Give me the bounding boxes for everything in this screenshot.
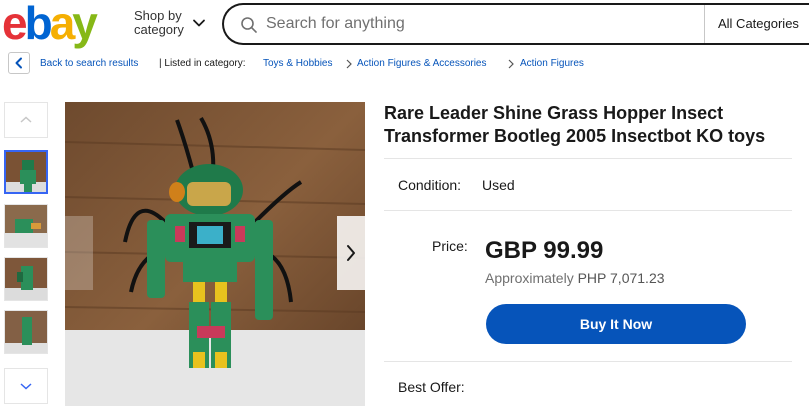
chevron-left-icon <box>15 57 22 69</box>
thumbnail-scroll-down-button[interactable] <box>4 368 48 404</box>
approx-prefix: Approximately <box>485 270 574 286</box>
logo-letter-y: y <box>72 0 98 49</box>
breadcrumb-item-action-figures[interactable]: Action Figures <box>520 58 584 69</box>
shop-by-category-button[interactable]: Shop by category <box>134 9 184 37</box>
divider <box>384 361 792 362</box>
condition-label: Condition: <box>398 177 462 193</box>
product-photo <box>65 102 365 406</box>
search-input[interactable] <box>266 11 686 37</box>
breadcrumb-item-action-figures-accessories[interactable]: Action Figures & Accessories <box>357 58 487 69</box>
thumbnail-2[interactable] <box>4 204 48 248</box>
listing-title: Rare Leader Shine Grass Hopper Insect Tr… <box>384 103 766 146</box>
chevron-down-icon <box>20 383 32 390</box>
image-next-button[interactable] <box>337 216 365 290</box>
logo-letter-e: e <box>2 0 28 49</box>
listed-in-label: | Listed in category: <box>159 58 246 69</box>
product-thumbnail-image <box>6 152 46 192</box>
price-label: Price: <box>432 238 468 254</box>
chevron-up-icon <box>20 116 32 123</box>
thumbnail-4[interactable] <box>4 310 48 354</box>
chevron-right-icon <box>508 59 514 69</box>
condition-value: Used <box>482 177 515 193</box>
buy-it-now-button[interactable]: Buy It Now <box>486 304 746 344</box>
approx-price: Approximately PHP 7,071.23 <box>485 270 665 286</box>
approx-value: PHP 7,071.23 <box>577 270 665 286</box>
chevron-down-icon[interactable] <box>192 16 206 30</box>
search-divider <box>704 5 705 43</box>
search-bar: All Categories <box>222 3 809 45</box>
chevron-right-icon <box>346 59 352 69</box>
back-to-search-link[interactable]: Back to search results <box>40 58 138 69</box>
main-product-image[interactable] <box>65 102 365 406</box>
thumbnail-3[interactable] <box>4 257 48 301</box>
best-offer-label: Best Offer: <box>398 379 465 395</box>
product-thumbnail-image <box>5 205 47 247</box>
product-thumbnail-image <box>5 258 47 300</box>
category-select[interactable]: All Categories <box>718 16 799 31</box>
logo-letter-a: a <box>49 0 76 49</box>
divider <box>384 158 792 159</box>
breadcrumb-item-toys-hobbies[interactable]: Toys & Hobbies <box>263 58 332 69</box>
header: e b a y Shop by category All Categories <box>0 0 809 49</box>
thumbnail-1[interactable] <box>4 150 48 194</box>
search-icon <box>241 17 257 33</box>
breadcrumb: Back to search results | Listed in categ… <box>0 52 809 76</box>
shop-by-line1: Shop by <box>134 8 182 23</box>
chevron-right-icon <box>347 245 355 261</box>
image-prev-area[interactable] <box>65 216 93 290</box>
thumbnail-scroll-up-button[interactable] <box>4 102 48 138</box>
shop-by-line2: category <box>134 22 184 37</box>
back-button[interactable] <box>8 52 30 74</box>
product-thumbnail-image <box>5 311 47 353</box>
divider <box>384 210 792 211</box>
ebay-logo[interactable]: e b a y <box>2 0 98 49</box>
price-value: GBP 99.99 <box>485 237 604 264</box>
logo-letter-b: b <box>24 0 53 49</box>
